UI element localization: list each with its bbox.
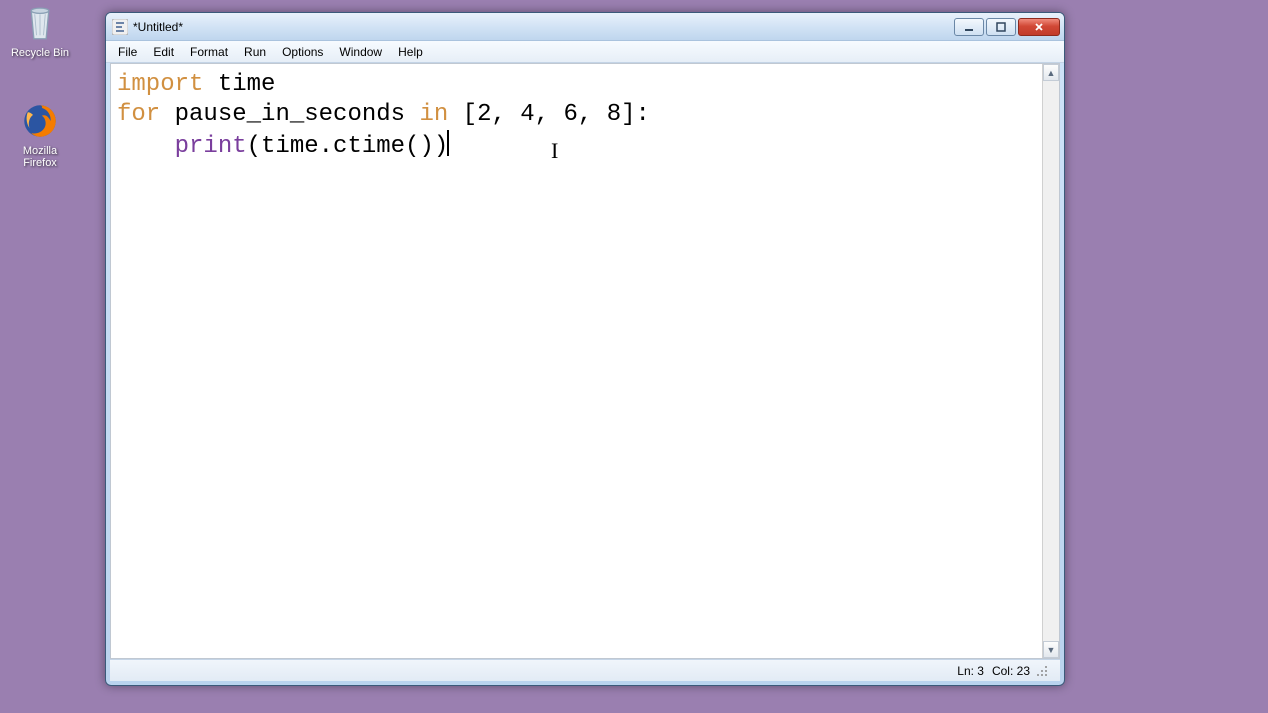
firefox-icon [19,100,61,142]
code-text: (time.ctime()) [247,133,449,160]
text-cursor [447,130,449,156]
status-col: Col: 23 [992,664,1030,678]
code-text: [2, 4, 6, 8]: [448,101,650,128]
mouse-ibeam-icon: I [551,136,558,166]
menu-options[interactable]: Options [274,43,331,61]
keyword: import [117,71,203,98]
window-controls [952,18,1060,36]
scroll-track[interactable] [1043,81,1059,641]
editor-area: import time for pause_in_seconds in [2, … [110,63,1060,659]
menu-edit[interactable]: Edit [145,43,182,61]
keyword: in [419,101,448,128]
status-line: Ln: 3 [957,664,984,678]
desktop-icon-recycle-bin[interactable]: Recycle Bin [5,2,75,59]
menu-file[interactable]: File [110,43,145,61]
window-title: *Untitled* [133,20,952,34]
menu-run[interactable]: Run [236,43,274,61]
desktop-icon-firefox[interactable]: Mozilla Firefox [5,100,75,169]
app-icon [112,19,128,35]
idle-window: *Untitled* File Edit Format Run Options … [105,12,1065,686]
builtin: print [175,133,247,160]
menu-window[interactable]: Window [331,43,390,61]
code-editor[interactable]: import time for pause_in_seconds in [2, … [111,64,1042,658]
vertical-scrollbar[interactable]: ▲ ▼ [1042,64,1059,658]
statusbar: Ln: 3 Col: 23 [110,659,1060,681]
close-button[interactable] [1018,18,1060,36]
maximize-button[interactable] [986,18,1016,36]
titlebar[interactable]: *Untitled* [106,13,1064,41]
code-text: pause_in_seconds [160,101,419,128]
menu-format[interactable]: Format [182,43,236,61]
menubar: File Edit Format Run Options Window Help [106,41,1064,63]
keyword: for [117,101,160,128]
desktop-icon-label: Mozilla Firefox [5,145,75,169]
code-indent [117,133,175,160]
scroll-down-button[interactable]: ▼ [1043,641,1059,658]
recycle-bin-icon [19,2,61,44]
desktop-icon-label: Recycle Bin [11,47,69,59]
menu-help[interactable]: Help [390,43,431,61]
minimize-button[interactable] [954,18,984,36]
code-text: time [203,71,275,98]
scroll-up-button[interactable]: ▲ [1043,64,1059,81]
resize-grip-icon[interactable] [1036,665,1048,677]
